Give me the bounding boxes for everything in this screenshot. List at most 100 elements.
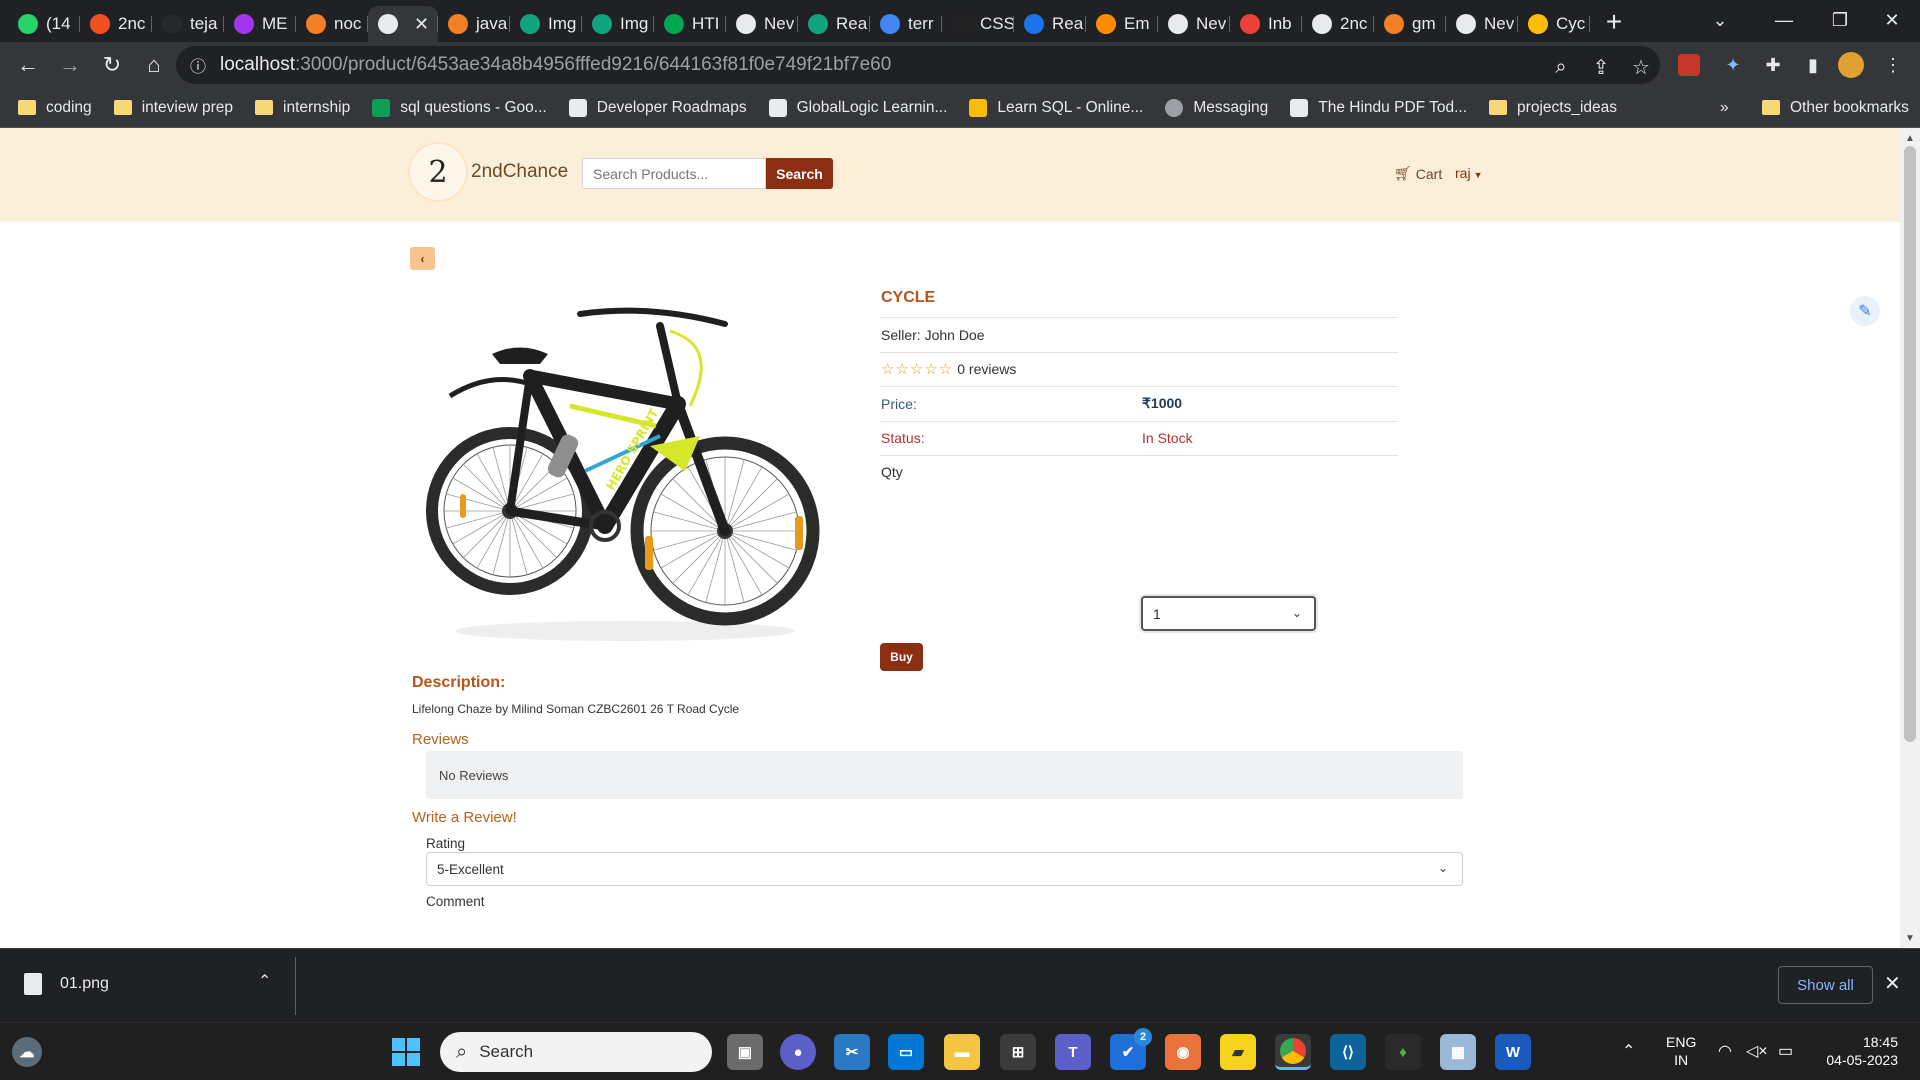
site-logo[interactable]: 2	[410, 144, 466, 200]
bookmark-item[interactable]: Learn SQL - Online...	[969, 98, 1143, 117]
browser-tab[interactable]: ME	[224, 6, 296, 42]
browser-tab[interactable]: Cyc	[1518, 6, 1590, 42]
back-icon[interactable]: ←	[8, 45, 48, 85]
bookmark-item[interactable]: projects_ideas	[1489, 99, 1617, 117]
close-window-button[interactable]: ✕	[1864, 0, 1920, 40]
browser-tab[interactable]: (14	[8, 6, 80, 42]
forward-icon[interactable]: →	[50, 45, 90, 85]
clock[interactable]: 18:45 04-05-2023	[1818, 1033, 1898, 1069]
app-orange-icon[interactable]: ◉	[1165, 1034, 1201, 1070]
site-navbar: 2 2ndChance Search 🛒︎ Cart raj▼	[0, 128, 1900, 222]
browser-tab[interactable]: Nev	[726, 6, 798, 42]
scroll-up-icon[interactable]: ▲	[1900, 130, 1920, 146]
chevron-up-icon[interactable]: ⌃	[1622, 1041, 1635, 1061]
zoom-icon[interactable]: ⌕	[1546, 52, 1576, 82]
bookmarks-overflow-button[interactable]: »	[1720, 99, 1729, 117]
browser-tab[interactable]: 2nc	[1302, 6, 1374, 42]
browser-tab[interactable]: 2nc	[80, 6, 152, 42]
battery-icon[interactable]: ▭	[1778, 1041, 1793, 1061]
profile-avatar[interactable]	[1838, 52, 1864, 78]
browser-tab[interactable]: java	[438, 6, 510, 42]
tab-label: Em	[1124, 14, 1150, 33]
search-input[interactable]	[582, 158, 766, 189]
cart-link[interactable]: 🛒︎ Cart	[1394, 165, 1442, 182]
bookmark-item[interactable]: The Hindu PDF Tod...	[1290, 98, 1467, 117]
scrollbar-thumb[interactable]	[1904, 146, 1916, 742]
ai-extension-icon[interactable]: ✎	[1850, 296, 1880, 326]
wifi-icon[interactable]: ◠	[1718, 1041, 1732, 1061]
app-window-icon[interactable]: ▭	[888, 1034, 924, 1070]
side-panel-icon[interactable]: ▮	[1798, 50, 1828, 80]
browser-tab[interactable]: HTI	[654, 6, 726, 42]
teams-icon[interactable]: T	[1055, 1034, 1091, 1070]
close-tab-icon[interactable]: ✕	[414, 14, 429, 35]
photos-icon[interactable]: ▩	[1440, 1034, 1476, 1070]
bookmark-item[interactable]: internship	[255, 99, 350, 117]
browser-tab[interactable]: CSS	[942, 6, 1014, 42]
site-info-icon[interactable]: ⓘ	[190, 53, 206, 77]
store-icon[interactable]: ⊞	[1000, 1034, 1036, 1070]
extensions-puzzle-icon[interactable]: ✚	[1758, 50, 1788, 80]
browser-tab[interactable]: terr	[870, 6, 942, 42]
scroll-down-icon[interactable]: ▼	[1900, 930, 1920, 946]
address-bar[interactable]: ⓘ localhost:3000/product/6453ae34a8b4956…	[176, 46, 1660, 84]
task-view-icon[interactable]: ▣	[727, 1034, 763, 1070]
show-all-button[interactable]: Show all	[1778, 966, 1873, 1004]
rating-select[interactable]: 5-Excellent ⌄	[426, 852, 1463, 886]
browser-tab[interactable]: Img	[582, 6, 654, 42]
bookmark-item[interactable]: GlobalLogic Learnin...	[768, 98, 947, 117]
bookmark-item[interactable]: coding	[18, 99, 92, 117]
browser-tab[interactable]: Img	[510, 6, 582, 42]
qty-select[interactable]: 1 ⌄	[1141, 596, 1316, 631]
download-file-name[interactable]: 01.png	[60, 975, 109, 993]
volume-mute-icon[interactable]: ◁×	[1746, 1041, 1768, 1061]
tab-search-icon[interactable]: ⌄	[1692, 0, 1748, 40]
go-back-button[interactable]: ‹	[410, 247, 435, 270]
bookmark-item[interactable]: Developer Roadmaps	[568, 98, 747, 117]
weather-icon[interactable]: ☁	[12, 1037, 42, 1067]
browser-tab[interactable]: gm	[1374, 6, 1446, 42]
reload-icon[interactable]: ↻	[92, 45, 132, 85]
close-icon[interactable]: ✕	[1884, 971, 1901, 996]
bookmark-item[interactable]: Messaging	[1165, 98, 1268, 117]
browser-tab[interactable]: Nev	[1158, 6, 1230, 42]
browser-tab[interactable]: ✕	[368, 6, 438, 42]
bookmark-item[interactable]: sql questions - Goo...	[372, 98, 547, 117]
chat-icon[interactable]: ●	[780, 1034, 816, 1070]
user-menu[interactable]: raj ▼	[1455, 165, 1482, 181]
minimize-button[interactable]: —	[1756, 0, 1812, 40]
browser-tab[interactable]: Rea	[798, 6, 870, 42]
mongodb-icon[interactable]: ♦	[1385, 1034, 1421, 1070]
brand-name[interactable]: 2ndChance	[471, 161, 568, 183]
restore-button[interactable]: ❐	[1812, 0, 1868, 40]
snipping-icon[interactable]: ✂	[834, 1034, 870, 1070]
file-explorer-icon[interactable]: ▬	[944, 1034, 980, 1070]
extension-red-icon[interactable]	[1678, 54, 1700, 76]
new-tab-button[interactable]: +	[1596, 4, 1632, 40]
browser-tab[interactable]: Rea	[1014, 6, 1086, 42]
search-button[interactable]: Search	[766, 158, 833, 189]
chrome-icon[interactable]	[1275, 1034, 1311, 1070]
browser-tab[interactable]: teja	[152, 6, 224, 42]
menu-kebab-icon[interactable]: ⋮	[1878, 50, 1908, 80]
browser-tab[interactable]: Inb	[1230, 6, 1302, 42]
start-icon[interactable]	[388, 1034, 424, 1070]
bookmark-item[interactable]: inteview prep	[113, 99, 233, 117]
home-icon[interactable]: ⌂	[134, 45, 174, 85]
sticky-notes-icon[interactable]: ▰	[1220, 1034, 1256, 1070]
share-icon[interactable]: ⇪	[1586, 52, 1616, 82]
bookmark-star-icon[interactable]: ☆	[1626, 52, 1656, 82]
other-bookmarks[interactable]: Other bookmarks	[1762, 99, 1909, 117]
vscode-icon[interactable]: ⟨⟩	[1330, 1034, 1366, 1070]
page-scrollbar[interactable]: ▲ ▼	[1900, 128, 1920, 948]
taskbar-search[interactable]: ⌕ Search	[440, 1032, 712, 1072]
word-icon[interactable]: W	[1495, 1034, 1531, 1070]
todo-icon[interactable]: ✔ 2	[1110, 1028, 1152, 1070]
language-indicator[interactable]: ENG IN	[1666, 1033, 1696, 1069]
browser-tab[interactable]: Em	[1086, 6, 1158, 42]
extension-key-icon[interactable]: ✦	[1718, 50, 1748, 80]
chevron-up-icon[interactable]: ⌃	[258, 971, 271, 991]
browser-tab[interactable]: noc	[296, 6, 368, 42]
browser-tab[interactable]: Nev	[1446, 6, 1518, 42]
buy-button[interactable]: Buy	[880, 643, 923, 671]
